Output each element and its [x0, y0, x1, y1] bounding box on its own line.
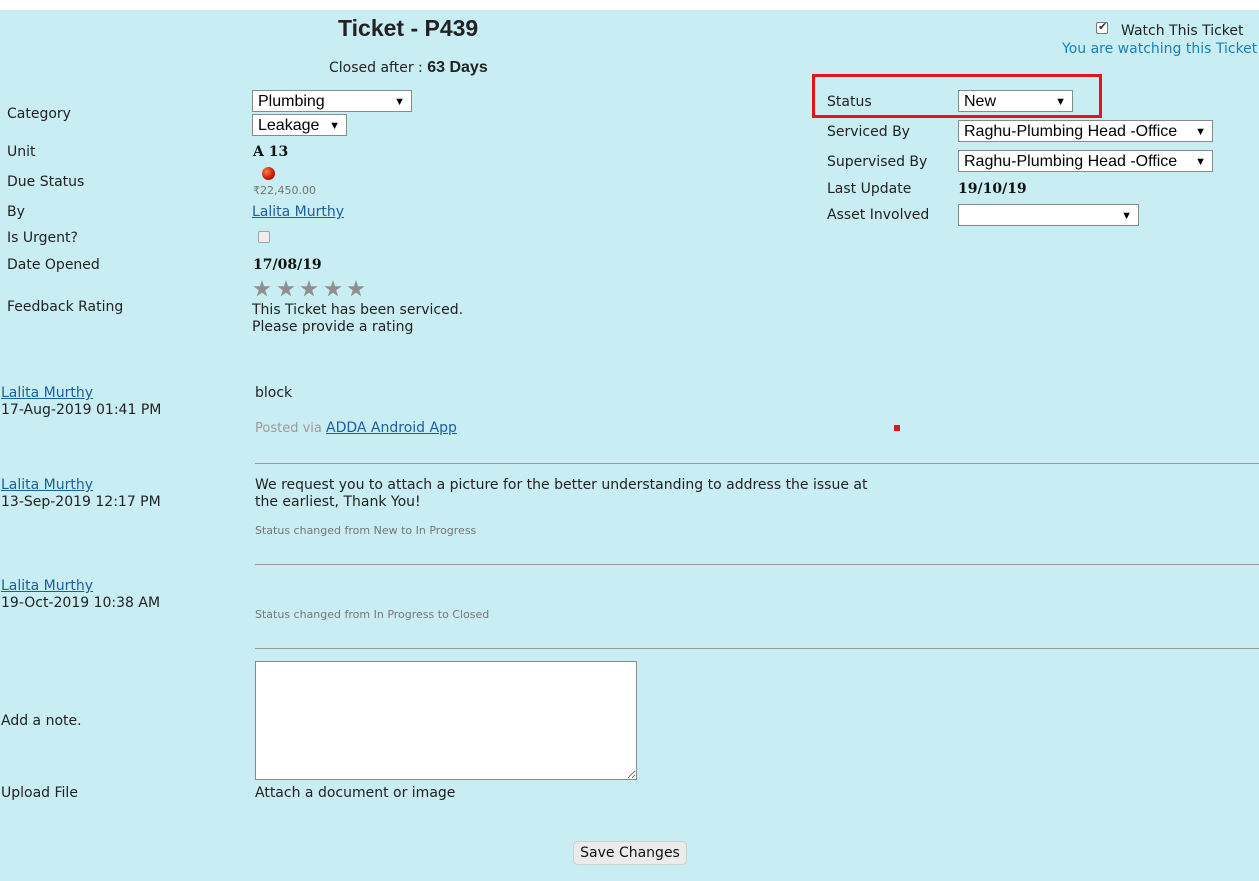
comment-author-link[interactable]: Lalita Murthy [1, 578, 93, 594]
status-change-note: Status changed from New to In Progress [255, 524, 477, 537]
watch-checkbox[interactable] [1096, 20, 1108, 34]
posted-via-label: Posted via [255, 421, 322, 436]
comment-time: 13-Sep-2019 12:17 PM [1, 494, 161, 510]
category-select[interactable]: Plumbing ▼ [252, 90, 412, 112]
comment-author-link[interactable]: Lalita Murthy [1, 477, 93, 493]
chevron-down-icon: ▼ [1195, 126, 1206, 138]
due-amount: ₹22,450.00 [253, 184, 316, 197]
supervised-by-select[interactable]: Raghu-Plumbing Head -Office ▼ [958, 150, 1213, 172]
category-selected: Plumbing [258, 93, 325, 110]
closed-after-label: Closed after : [329, 60, 423, 76]
comment-time: 19-Oct-2019 10:38 AM [1, 595, 161, 611]
chevron-down-icon: ▼ [329, 120, 340, 132]
serviced-by-label: Serviced By [827, 124, 910, 140]
unit-label: Unit [7, 144, 36, 160]
due-status-indicator-icon [262, 167, 275, 180]
status-label: Status [827, 94, 872, 110]
feedback-text-line2: Please provide a rating [252, 319, 414, 335]
divider [255, 463, 1259, 464]
feedback-label: Feedback Rating [7, 299, 124, 315]
subcategory-selected: Leakage [258, 117, 320, 134]
unit-value: A 13 [253, 144, 289, 160]
chevron-down-icon: ▼ [394, 96, 405, 108]
add-note-label: Add a note. [1, 713, 82, 729]
chevron-down-icon: ▼ [1121, 210, 1132, 222]
last-update-label: Last Update [827, 181, 912, 197]
subcategory-select[interactable]: Leakage ▼ [252, 114, 347, 136]
feedback-text-line1: This Ticket has been serviced. [252, 302, 464, 318]
posted-via-link[interactable]: ADDA Android App [326, 420, 457, 436]
serviced-by-select[interactable]: Raghu-Plumbing Head -Office ▼ [958, 120, 1213, 142]
comment-time: 17-Aug-2019 01:41 PM [1, 402, 162, 418]
asset-select[interactable]: ▼ [958, 204, 1139, 226]
watching-status-text: You are watching this Ticket [1062, 41, 1258, 57]
divider [255, 564, 1259, 565]
chevron-down-icon: ▼ [1195, 156, 1206, 168]
status-select[interactable]: New ▼ [958, 90, 1073, 112]
comment-text-line2: the earliest, Thank You! [255, 494, 421, 510]
category-label: Category [7, 106, 71, 122]
due-status-label: Due Status [7, 174, 85, 190]
page-title: Ticket - P439 [338, 15, 479, 41]
date-opened-value: 17/08/19 [253, 257, 322, 273]
comment-author-link[interactable]: Lalita Murthy [1, 385, 93, 401]
urgent-label: Is Urgent? [7, 230, 78, 246]
attach-file-link[interactable]: Attach a document or image [255, 785, 455, 801]
closed-after-value: 63 Days [427, 59, 488, 76]
watch-label: Watch This Ticket [1121, 23, 1244, 39]
upload-file-label: Upload File [1, 785, 78, 801]
comment-text-line1: We request you to attach a picture for t… [255, 477, 868, 493]
by-user-link[interactable]: Lalita Murthy [252, 204, 344, 220]
supervised-by-label: Supervised By [827, 154, 928, 170]
last-update-value: 19/10/19 [958, 181, 1027, 197]
status-change-note: Status changed from In Progress to Close… [255, 608, 490, 621]
comment-text: block [255, 385, 293, 401]
note-textarea[interactable] [255, 661, 637, 780]
closed-after: Closed after : 63 Days [329, 59, 488, 77]
supervised-by-selected: Raghu-Plumbing Head -Office [964, 153, 1178, 170]
date-opened-label: Date Opened [7, 257, 100, 273]
chevron-down-icon: ▼ [1055, 96, 1066, 108]
divider [255, 648, 1259, 649]
save-changes-button[interactable]: Save Changes [573, 841, 687, 865]
red-marker-icon [894, 425, 900, 431]
posted-via: Posted via ADDA Android App [255, 420, 457, 436]
serviced-by-selected: Raghu-Plumbing Head -Office [964, 123, 1178, 140]
asset-label: Asset Involved [827, 207, 930, 223]
by-label: By [7, 204, 25, 220]
status-selected: New [964, 93, 997, 110]
urgent-checkbox[interactable] [258, 231, 270, 243]
